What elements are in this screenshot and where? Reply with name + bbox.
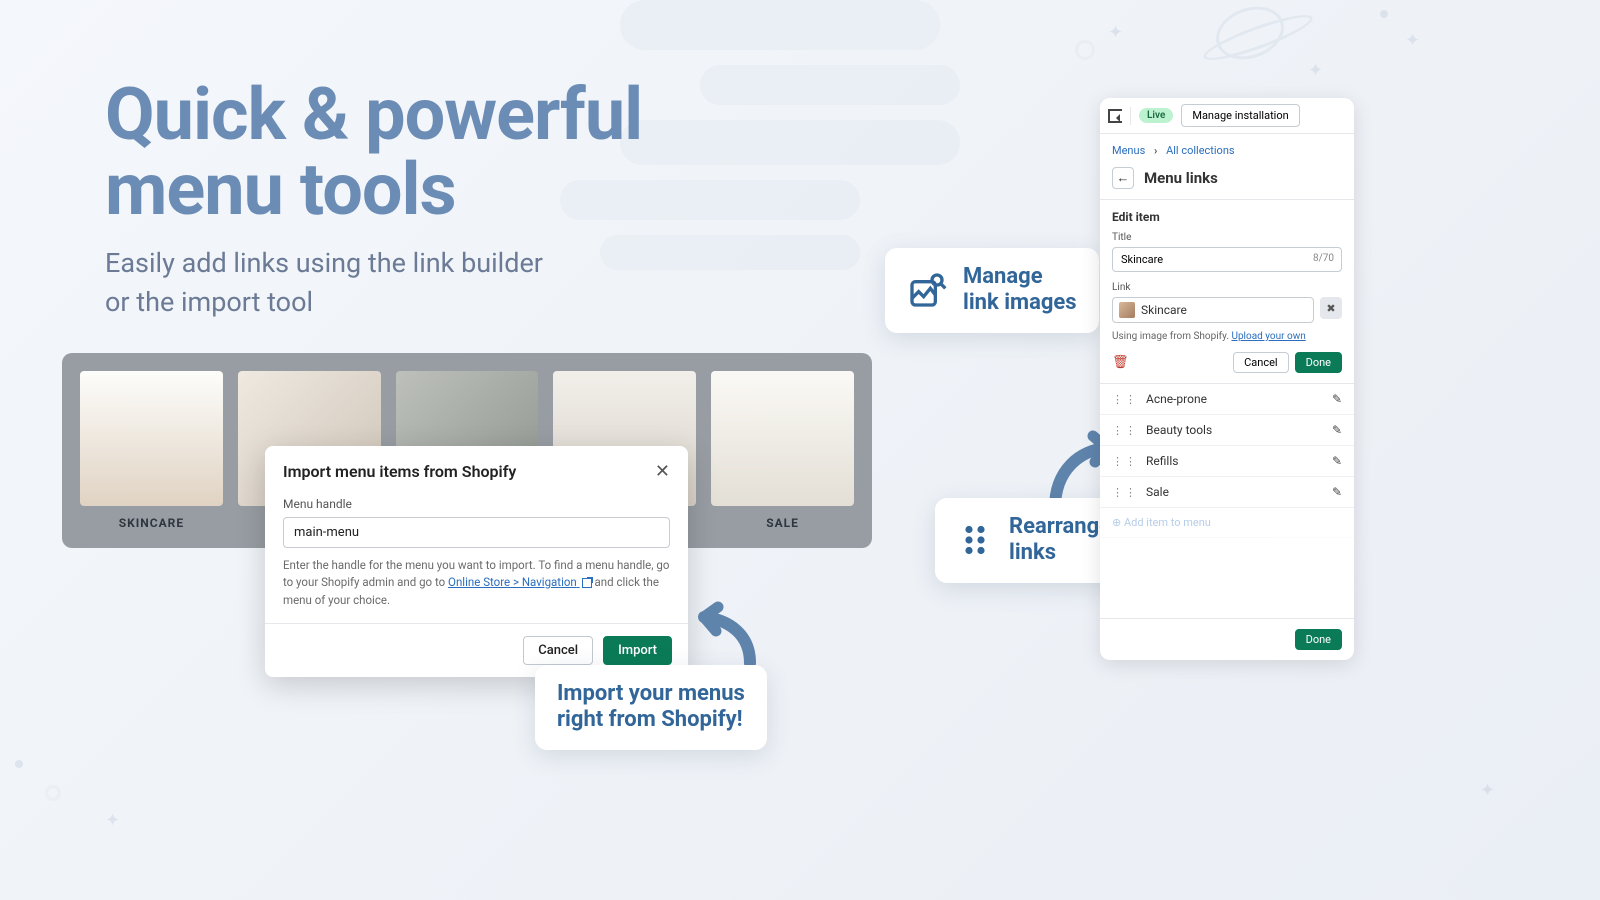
callout-text: Import your menusright from Shopify! xyxy=(557,681,745,734)
arrow-icon xyxy=(690,595,770,675)
edit-icon[interactable]: ✎ xyxy=(1332,485,1342,499)
import-button[interactable]: Import xyxy=(603,636,672,665)
breadcrumb-all-collections[interactable]: All collections xyxy=(1166,144,1235,157)
breadcrumb: Menus › All collections xyxy=(1100,134,1354,163)
manage-installation-button[interactable]: Manage installation xyxy=(1181,104,1299,127)
hero-title: Quick & powerful menu tools xyxy=(105,78,642,228)
import-callout: Import your menusright from Shopify! xyxy=(535,665,767,750)
external-link-icon xyxy=(582,578,592,588)
drag-handle-icon[interactable]: ⋮⋮ xyxy=(1112,486,1138,499)
menu-handle-label: Menu handle xyxy=(283,497,670,511)
breadcrumb-menus[interactable]: Menus xyxy=(1112,144,1145,157)
decorative-blob xyxy=(620,120,960,165)
chevron-right-icon: › xyxy=(1154,144,1157,157)
decorative-dot xyxy=(15,760,23,768)
list-item-label: Sale xyxy=(1146,485,1169,499)
image-hint: Using image from Shopify. Upload your ow… xyxy=(1112,331,1342,342)
drag-handle-icon[interactable]: ⋮⋮ xyxy=(1112,393,1138,406)
tile-image xyxy=(711,371,854,506)
edit-icon[interactable]: ✎ xyxy=(1332,423,1342,437)
list-item[interactable]: ⋮⋮ Refills ✎ xyxy=(1100,446,1354,477)
link-thumbnail xyxy=(1119,302,1135,318)
trash-icon[interactable]: 🗑 xyxy=(1112,355,1129,370)
sparkle-icon: ✦ xyxy=(1108,22,1123,43)
hero-subtitle: Easily add links using the link builder … xyxy=(105,244,642,322)
import-modal: Import menu items from Shopify ✕ Menu ha… xyxy=(265,446,688,677)
list-item[interactable]: ⋮⋮ Beauty tools ✎ xyxy=(1100,415,1354,446)
menu-item-list: ⋮⋮ Acne-prone ✎ ⋮⋮ Beauty tools ✎ ⋮⋮ Refill… xyxy=(1100,383,1354,538)
title-label: Title xyxy=(1112,232,1342,243)
char-counter: 8/70 xyxy=(1313,253,1334,264)
edit-item-heading: Edit item xyxy=(1112,210,1342,224)
list-item-label: Beauty tools xyxy=(1146,423,1212,437)
edit-icon[interactable]: ✎ xyxy=(1332,454,1342,468)
sparkle-icon: ✦ xyxy=(105,810,120,831)
decorative-blob xyxy=(700,65,960,105)
link-label: Link xyxy=(1112,282,1342,293)
drag-dots-icon xyxy=(957,522,993,558)
edit-icon[interactable]: ✎ xyxy=(1332,392,1342,406)
list-item[interactable]: ⋮⋮ Acne-prone ✎ xyxy=(1100,384,1354,415)
decorative-ring xyxy=(1075,40,1095,60)
tile-caption: SALE xyxy=(711,516,854,530)
item-done-button[interactable]: Done xyxy=(1295,352,1342,373)
panel-title: Menu links xyxy=(1144,169,1218,187)
hero-block: Quick & powerful menu tools Easily add l… xyxy=(105,78,642,322)
callout-text: Rearrangelinks xyxy=(1009,514,1111,567)
navigation-link[interactable]: Online Store > Navigation xyxy=(448,575,592,589)
decorative-blob xyxy=(620,0,940,50)
menu-links-panel: Live Manage installation Menus › All col… xyxy=(1100,98,1354,660)
tile-caption: SKINCARE xyxy=(80,516,223,530)
status-badge: Live xyxy=(1139,108,1173,123)
help-text: Enter the handle for the menu you want t… xyxy=(283,557,670,609)
back-button[interactable]: ← xyxy=(1112,167,1134,189)
close-icon[interactable]: ✕ xyxy=(655,461,670,482)
list-item-label: Acne-prone xyxy=(1146,392,1207,406)
list-item-label: Refills xyxy=(1146,454,1178,468)
drag-handle-icon[interactable]: ⋮⋮ xyxy=(1112,424,1138,437)
panel-done-button[interactable]: Done xyxy=(1295,629,1342,650)
exit-icon[interactable] xyxy=(1108,109,1122,123)
link-input[interactable]: Skincare xyxy=(1112,297,1314,323)
image-search-icon xyxy=(907,270,947,310)
sparkle-icon: ✦ xyxy=(1480,780,1495,801)
modal-title: Import menu items from Shopify xyxy=(283,462,516,481)
decorative-ring xyxy=(45,785,61,801)
sparkle-icon: ✦ xyxy=(1308,60,1323,81)
title-input[interactable] xyxy=(1112,247,1342,272)
link-value: Skincare xyxy=(1141,303,1187,317)
tile-image xyxy=(80,371,223,506)
clear-link-icon[interactable]: ✖ xyxy=(1320,297,1342,319)
item-cancel-button[interactable]: Cancel xyxy=(1233,352,1288,373)
sparkle-icon: ✦ xyxy=(1405,30,1420,51)
callout-text: Managelink images xyxy=(963,264,1077,317)
decorative-dot xyxy=(1380,10,1388,18)
add-item-link[interactable]: ⊕ Add item to menu xyxy=(1100,508,1354,538)
planet-icon xyxy=(1209,0,1292,68)
menu-handle-input[interactable] xyxy=(283,517,670,548)
cancel-button[interactable]: Cancel xyxy=(523,636,593,665)
gallery-tile: SKINCARE xyxy=(80,371,223,530)
drag-handle-icon[interactable]: ⋮⋮ xyxy=(1112,455,1138,468)
gallery-tile: SALE xyxy=(711,371,854,530)
list-item[interactable]: ⋮⋮ Sale ✎ xyxy=(1100,477,1354,508)
upload-own-link[interactable]: Upload your own xyxy=(1231,331,1305,342)
manage-images-callout: Managelink images xyxy=(885,248,1099,333)
